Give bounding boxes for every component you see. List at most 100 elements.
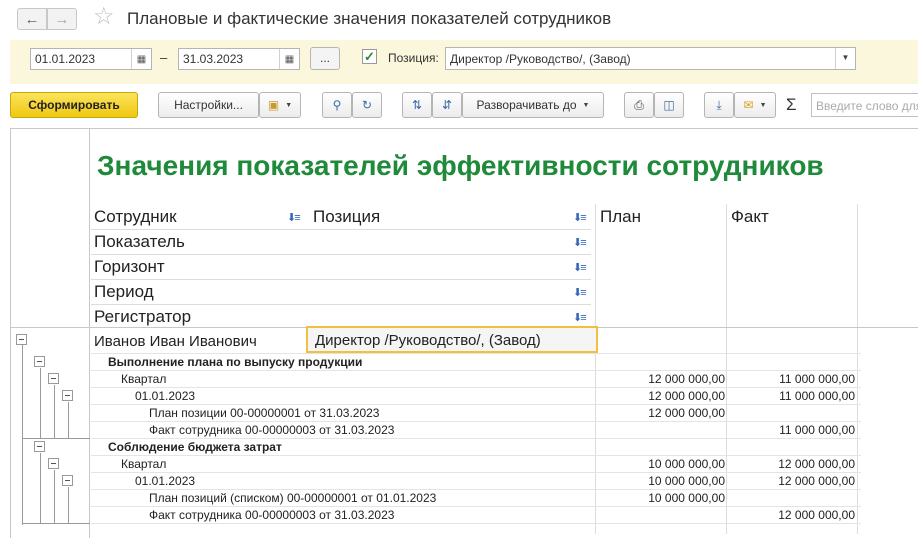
expand-to-button[interactable]: Разворачивать до ▼	[462, 92, 604, 118]
select-period-button[interactable]: ...	[310, 47, 340, 70]
row-label: План позиции 00-00000001 от 31.03.2023	[149, 406, 380, 420]
send-menu-button[interactable]: ✉ ▼	[734, 92, 776, 118]
tree-line	[22, 438, 90, 439]
tree-line	[68, 402, 69, 438]
row-plan: 10 000 000,00	[648, 491, 725, 505]
header-position[interactable]: Позиция	[313, 207, 380, 227]
row-label: Соблюдение бюджета затрат	[108, 440, 282, 454]
search-icon: ⚲	[332, 98, 342, 112]
generate-button[interactable]: Сформировать	[10, 92, 138, 118]
row-fact: 11 000 000,00	[779, 423, 855, 437]
row-fact: 11 000 000,00	[779, 389, 855, 403]
table-row[interactable]: План позиций (списком) 00-00000001 от 01…	[91, 489, 861, 506]
row-label: План позиций (списком) 00-00000001 от 01…	[149, 491, 437, 505]
sort-descending-icon: ⇵	[441, 98, 453, 112]
collapse-icon[interactable]	[48, 458, 59, 469]
preview-button[interactable]: ◫	[654, 92, 684, 118]
variants-menu-button[interactable]: ▣ ▼	[259, 92, 301, 118]
sort-desc-button[interactable]: ⇵	[432, 92, 462, 118]
collapse-icon[interactable]	[34, 356, 45, 367]
sort-icon[interactable]: ⬇≡	[573, 211, 587, 224]
table-row[interactable]: План позиции 00-00000001 от 31.03.2023 1…	[91, 404, 861, 421]
date-to-value: 31.03.2023	[183, 52, 244, 66]
toolbar: Сформировать Настройки... ▣ ▼ ⚲ ↻ ⇅ ⇵ Раз…	[0, 92, 918, 120]
row-fact: 12 000 000,00	[778, 457, 855, 471]
table-row[interactable]: 01.01.2023 12 000 000,00 11 000 000,00	[91, 387, 861, 404]
chevron-down-icon: ▼	[582, 101, 590, 109]
title-bar: ← → ☆ Плановые и фактические значения по…	[0, 0, 918, 38]
arrow-left-icon: ←	[24, 10, 40, 28]
employee-name[interactable]: Иванов Иван Иванович	[94, 333, 257, 350]
row-fact: 11 000 000,00	[779, 372, 855, 386]
date-from-value: 01.01.2023	[35, 52, 96, 66]
row-plan: 10 000 000,00	[648, 457, 725, 471]
header-plan[interactable]: План	[600, 207, 641, 227]
calendar-icon[interactable]: ▦	[279, 49, 299, 69]
sort-icon[interactable]: ⬇≡	[573, 236, 587, 249]
save-button[interactable]: ⤓	[704, 92, 734, 118]
header-horizon[interactable]: Горизонт	[94, 257, 165, 277]
table-row[interactable]: 01.01.2023 10 000 000,00 12 000 000,00	[91, 472, 861, 489]
date-from-field[interactable]: 01.01.2023 ▦	[30, 48, 152, 70]
table-row[interactable]: Факт сотрудника 00-00000003 от 31.03.202…	[91, 421, 861, 438]
sort-asc-button[interactable]: ⇅	[402, 92, 432, 118]
sort-icon[interactable]: ⬇≡	[573, 286, 587, 299]
collapse-icon[interactable]	[16, 334, 27, 345]
header-indicator[interactable]: Показатель	[94, 232, 185, 252]
collapse-icon[interactable]	[34, 441, 45, 452]
table-row[interactable]: Факт сотрудника 00-00000003 от 31.03.202…	[91, 506, 861, 523]
header-divider	[91, 304, 591, 305]
sort-icon[interactable]: ⬇≡	[573, 311, 587, 324]
back-button[interactable]: ←	[17, 8, 47, 30]
collapse-icon[interactable]	[62, 475, 73, 486]
header-fact[interactable]: Факт	[731, 207, 769, 227]
print-button[interactable]: ⎙	[624, 92, 654, 118]
collapse-icon[interactable]	[62, 390, 73, 401]
header-period[interactable]: Период	[94, 282, 154, 302]
collapse-icon[interactable]	[48, 373, 59, 384]
report-area: Значения показателей эффективности сотру…	[10, 128, 918, 538]
gutter-divider	[89, 129, 90, 538]
download-icon: ⤓	[716, 97, 722, 112]
expand-to-label: Разворачивать до	[476, 98, 577, 112]
row-fact: 12 000 000,00	[778, 508, 855, 522]
table-row[interactable]: Соблюдение бюджета затрат	[91, 438, 861, 455]
parameters-panel: 01.01.2023 ▦ – 31.03.2023 ▦ ... ✓ Позици…	[10, 40, 918, 84]
tree-line	[54, 470, 55, 523]
header-registrar[interactable]: Регистратор	[94, 307, 191, 327]
table-row[interactable]: Квартал 10 000 000,00 12 000 000,00	[91, 455, 861, 472]
dropdown-arrow-icon[interactable]: ▼	[835, 48, 855, 69]
forward-button[interactable]: →	[47, 8, 77, 30]
tree-line	[68, 487, 69, 523]
settings-button[interactable]: Настройки...	[158, 92, 259, 118]
header-divider	[91, 279, 591, 280]
find-button[interactable]: ⚲	[322, 92, 352, 118]
calendar-icon[interactable]: ▦	[131, 49, 151, 69]
position-checkbox[interactable]: ✓	[362, 49, 377, 64]
header-employee[interactable]: Сотрудник	[94, 207, 177, 227]
row-label: Факт сотрудника 00-00000003 от 31.03.202…	[149, 508, 395, 522]
tree-line	[22, 523, 90, 524]
position-field[interactable]: Директор /Руководство/, (Завод) ▼	[445, 47, 856, 70]
sort-icon[interactable]: ⬇≡	[573, 261, 587, 274]
row-label: Квартал	[121, 372, 167, 386]
employee-position-cell[interactable]: Директор /Руководство/, (Завод)	[306, 326, 598, 353]
favorite-star-icon[interactable]: ☆	[93, 4, 115, 30]
tree-line	[22, 345, 23, 525]
row-label: 01.01.2023	[135, 389, 196, 403]
search-input[interactable]: Введите слово для поиска	[811, 93, 918, 117]
sum-icon[interactable]: Σ	[786, 95, 797, 115]
row-plan: 12 000 000,00	[648, 406, 725, 420]
table-row[interactable]: Квартал 12 000 000,00 11 000 000,00	[91, 370, 861, 387]
find-next-button[interactable]: ↻	[352, 92, 382, 118]
sort-ascending-icon: ⇅	[411, 98, 423, 112]
position-value: Директор /Руководство/, (Завод)	[450, 52, 631, 66]
sort-icon[interactable]: ⬇≡	[287, 211, 301, 224]
row-label: Квартал	[121, 457, 167, 471]
chevron-down-icon: ▼	[285, 101, 293, 109]
table-row[interactable]: Выполнение плана по выпуску продукции	[91, 353, 861, 370]
printer-icon: ⎙	[634, 97, 644, 112]
date-to-field[interactable]: 31.03.2023 ▦	[178, 48, 300, 70]
table-bottom-line	[91, 523, 861, 524]
chevron-down-icon: ▼	[759, 101, 767, 109]
